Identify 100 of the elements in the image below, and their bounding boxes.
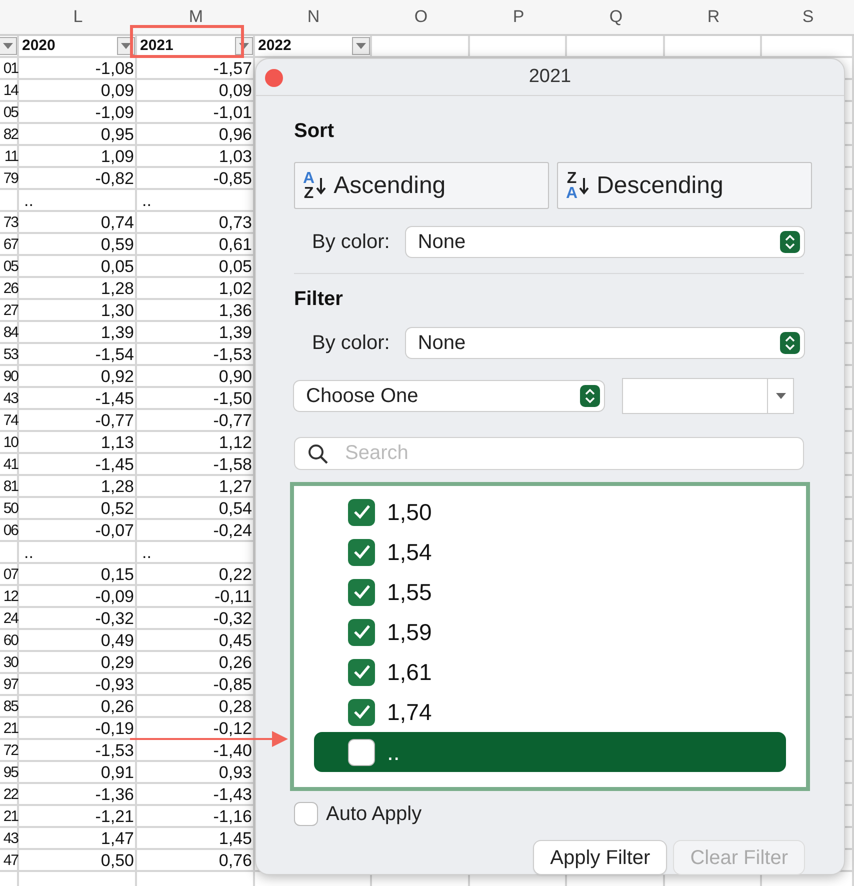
table-cell: -1,09: [95, 103, 134, 124]
table-cell: 0,09: [218, 81, 252, 102]
list-item[interactable]: 1,55: [314, 572, 786, 612]
table-cell: 1,27: [218, 477, 252, 498]
checkbox[interactable]: [348, 698, 375, 726]
list-item[interactable]: 1,59: [314, 612, 786, 652]
checkmark-icon: [352, 624, 370, 640]
list-item[interactable]: 1,74: [314, 692, 786, 732]
checkmark-icon: [352, 664, 370, 680]
table-cell-text: 43: [3, 829, 18, 849]
checkbox[interactable]: [294, 802, 318, 826]
table-cell: -1,45: [95, 389, 134, 410]
table-cell: 1,39: [218, 323, 252, 344]
table-cell: 0,95: [100, 125, 134, 146]
table-cell-text: 72: [3, 741, 18, 761]
field-label: By color:: [312, 230, 390, 255]
table-cell-text: 53: [3, 345, 18, 365]
sort-button[interactable]: Z A Descending: [557, 162, 812, 209]
list-item[interactable]: 1,50: [314, 492, 786, 532]
column-header[interactable]: O: [414, 4, 428, 30]
table-cell: -0,12: [213, 719, 252, 740]
stepper-icon: [780, 332, 800, 354]
table-cell: 0,91: [100, 763, 134, 784]
column-header[interactable]: Q: [609, 4, 623, 30]
table-cell-text: 41: [3, 455, 18, 475]
table-cell: ..: [142, 543, 152, 564]
table-cell: 0,76: [218, 851, 252, 872]
checkbox[interactable]: [348, 738, 375, 766]
table-cell: -1,50: [213, 389, 252, 410]
table-cell: -1,45: [95, 455, 134, 476]
sort-letters: A Z: [303, 170, 315, 200]
checkbox[interactable]: [348, 658, 375, 686]
table-cell: 1,28: [100, 279, 134, 300]
table-cell-text: 07: [3, 565, 18, 585]
list-item[interactable]: ..: [314, 732, 786, 772]
table-cell-text: 26: [3, 279, 18, 299]
table-cell: 0,59: [100, 235, 134, 256]
checkbox[interactable]: [348, 498, 375, 526]
table-cell: -1,57: [213, 59, 252, 80]
search-field[interactable]: Search: [294, 437, 804, 470]
table-cell: 1,13: [100, 433, 134, 454]
table-cell: -0,77: [213, 411, 252, 432]
down-arrow-icon: [578, 176, 589, 194]
column-header[interactable]: R: [707, 4, 720, 30]
color-select[interactable]: None: [406, 227, 804, 257]
checkbox[interactable]: [348, 578, 375, 606]
color-select[interactable]: None: [406, 328, 804, 358]
condition-select[interactable]: Choose One: [294, 381, 604, 411]
table-cell: 1,30: [100, 301, 134, 322]
table-cell: 0,96: [218, 125, 252, 146]
table-cell-text: 50: [3, 499, 18, 519]
sort-button[interactable]: A Z Ascending: [294, 162, 549, 209]
table-cell-text: 21: [3, 807, 18, 827]
table-cell: -0,07: [95, 521, 134, 542]
table-cell: -1,16: [213, 807, 252, 828]
close-button[interactable]: [265, 69, 283, 87]
filter-dropdown-button[interactable]: [0, 37, 17, 55]
column-header[interactable]: N: [307, 4, 320, 30]
table-cell: -1,53: [95, 741, 134, 762]
table-cell-text: 24: [3, 609, 18, 629]
table-cell: -1,21: [95, 807, 134, 828]
table-cell: 0,26: [218, 653, 252, 674]
table-cell-text: 95: [3, 763, 18, 783]
sort-letters: Z A: [566, 170, 578, 200]
caret-icon: [774, 392, 786, 400]
list-item[interactable]: 1,61: [314, 652, 786, 692]
checkmark-icon: [352, 504, 370, 520]
table-cell: -0,85: [213, 169, 252, 190]
table-cell-text: 10: [3, 433, 18, 453]
table-cell-text: 84: [3, 323, 18, 343]
table-cell: 0,22: [218, 565, 252, 586]
filter-dropdown-button[interactable]: [352, 37, 370, 55]
filter-button[interactable]: Apply Filter: [534, 841, 666, 874]
table-cell-text: 11: [4, 147, 18, 167]
table-header: 2020: [22, 37, 56, 55]
table-cell-text: 97: [3, 675, 18, 695]
column-header[interactable]: P: [512, 4, 524, 30]
table-cell-text: 67: [3, 235, 18, 255]
table-cell-text: 79: [3, 169, 18, 189]
table-cell: 0,92: [100, 367, 134, 388]
table-cell: 0,93: [218, 763, 252, 784]
table-cell: 0,15: [100, 565, 134, 586]
table-cell: 1,39: [100, 323, 134, 344]
checkbox-label: Auto Apply: [326, 802, 422, 827]
search-icon: [308, 444, 328, 464]
table-cell: 0,45: [218, 631, 252, 652]
table-cell-text: 12: [3, 587, 18, 607]
table-cell: 0,73: [218, 213, 252, 234]
column-header[interactable]: S: [802, 4, 814, 30]
list-item[interactable]: 1,54: [314, 532, 786, 572]
table-cell: -0,82: [95, 169, 134, 190]
value-combo-field[interactable]: [622, 378, 794, 414]
caret-icon: [2, 42, 14, 50]
checkbox[interactable]: [348, 618, 375, 646]
column-header[interactable]: M: [188, 4, 204, 30]
table-cell-text: 05: [3, 103, 18, 123]
table-cell: 1,09: [100, 147, 134, 168]
checkbox[interactable]: [348, 538, 375, 566]
table-cell-text: 14: [3, 81, 18, 101]
column-header[interactable]: L: [73, 4, 83, 30]
